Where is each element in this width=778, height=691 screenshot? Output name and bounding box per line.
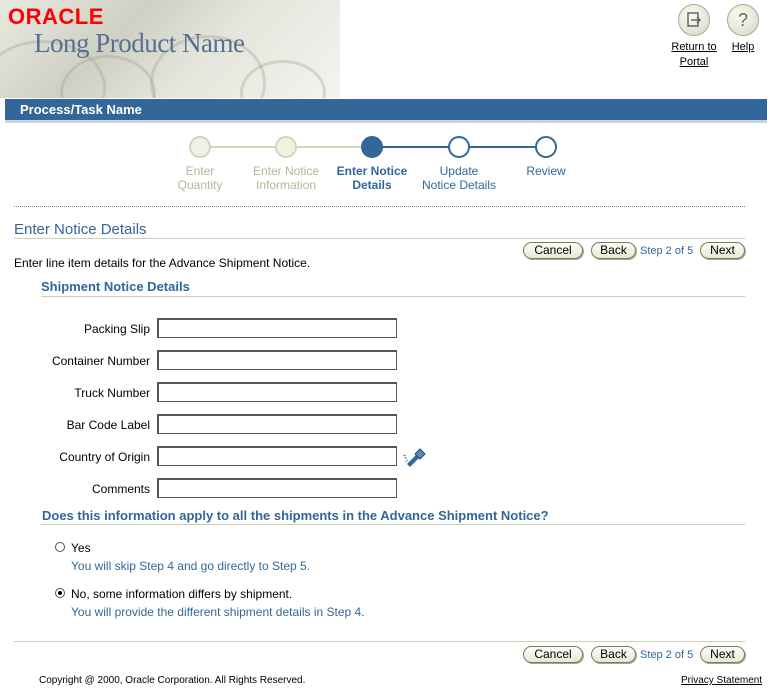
step-indicator-bottom: Step 2 of 5	[640, 649, 694, 661]
next-button[interactable]: Next	[700, 242, 745, 259]
train-step-2-label[interactable]: Enter Notice Information	[241, 164, 331, 192]
train-step-4-line2: Notice Details	[421, 178, 497, 192]
help-label: Help	[731, 41, 755, 53]
train-step-5-node	[535, 136, 557, 158]
flashlight-icon[interactable]	[402, 446, 427, 468]
copyright-text: Copyright @ 2000, Oracle Corporation. Al…	[39, 675, 306, 686]
section-heading: Shipment Notice Details	[41, 279, 190, 294]
comments-label: Comments	[91, 482, 150, 496]
yes-radio[interactable]	[55, 542, 65, 552]
bar-code-input[interactable]	[157, 414, 397, 434]
page-title-rule	[14, 238, 745, 239]
return-to-portal-label-1: Return to	[671, 41, 717, 53]
train-step-2-line1: Enter Notice	[252, 164, 320, 178]
country-of-origin-label: Country of Origin	[59, 450, 150, 464]
train-connector	[286, 146, 372, 148]
oracle-logo: ORACLE	[8, 4, 104, 29]
section-rule	[41, 296, 745, 297]
no-radio[interactable]	[55, 588, 65, 598]
return-to-portal-button[interactable]: Return to Portal	[668, 4, 720, 70]
train-connector	[459, 146, 546, 148]
train-connector	[372, 146, 459, 148]
train-step-3-node	[361, 136, 383, 158]
back-button[interactable]: Back	[591, 242, 636, 259]
question-rule	[41, 524, 745, 525]
no-option-help: You will provide the different shipment …	[71, 605, 365, 619]
instruction-text: Enter line item details for the Advance …	[14, 256, 311, 270]
return-to-portal-label-2: Portal	[679, 56, 709, 68]
comments-input[interactable]	[157, 478, 397, 498]
container-number-input[interactable]	[157, 350, 397, 370]
container-number-label: Container Number	[51, 354, 150, 368]
next-button-bottom[interactable]: Next	[700, 646, 745, 663]
step-indicator: Step 2 of 5	[640, 245, 694, 257]
train-separator	[14, 206, 745, 207]
train-step-2-node[interactable]	[275, 136, 297, 158]
train-step-3-line2: Details	[352, 178, 392, 192]
train-step-1-line1: Enter	[185, 164, 215, 178]
train-step-1-label[interactable]: Enter Quantity	[155, 164, 245, 192]
back-button-bottom[interactable]: Back	[591, 646, 636, 663]
product-name: Long Product Name	[34, 28, 245, 58]
no-option-label[interactable]: No, some information differs by shipment…	[71, 587, 292, 601]
bar-code-label: Bar Code Label	[66, 418, 150, 432]
truck-number-input[interactable]	[157, 382, 397, 402]
help-button[interactable]: ? Help	[724, 4, 762, 55]
train-step-4-node	[448, 136, 470, 158]
question-heading: Does this information apply to all the s…	[42, 508, 549, 523]
country-of-origin-input[interactable]	[157, 446, 397, 466]
truck-number-label: Truck Number	[74, 386, 150, 400]
train-step-1-line2: Quantity	[177, 178, 223, 192]
train-step-4-line1: Update	[439, 164, 479, 178]
train-step-3-label: Enter Notice Details	[327, 164, 417, 192]
process-title: Process/Task Name	[20, 102, 142, 117]
radio-selected-dot	[58, 591, 62, 595]
train-step-2-line2: Information	[255, 178, 317, 192]
cancel-button-bottom[interactable]: Cancel	[523, 646, 583, 663]
train-connector	[200, 146, 286, 148]
yes-option-help: You will skip Step 4 and go directly to …	[71, 559, 311, 573]
train-step-3-line1: Enter Notice	[336, 164, 408, 178]
train-step-5-label: Review	[501, 164, 591, 178]
footer-rule	[14, 641, 745, 642]
help-icon: ?	[727, 4, 759, 36]
page-title: Enter Notice Details	[14, 221, 147, 238]
train-step-1-node[interactable]	[189, 136, 211, 158]
train-step-4-label: Update Notice Details	[414, 164, 504, 192]
packing-slip-input[interactable]	[157, 318, 397, 338]
train-step-5-line1: Review	[526, 164, 566, 178]
portal-icon	[678, 4, 710, 36]
title-bar-shadow	[5, 120, 767, 123]
packing-slip-label: Packing Slip	[83, 322, 150, 336]
privacy-statement-link[interactable]: Privacy Statement	[681, 675, 762, 686]
yes-option-label[interactable]: Yes	[71, 541, 91, 555]
cancel-button[interactable]: Cancel	[523, 242, 583, 259]
